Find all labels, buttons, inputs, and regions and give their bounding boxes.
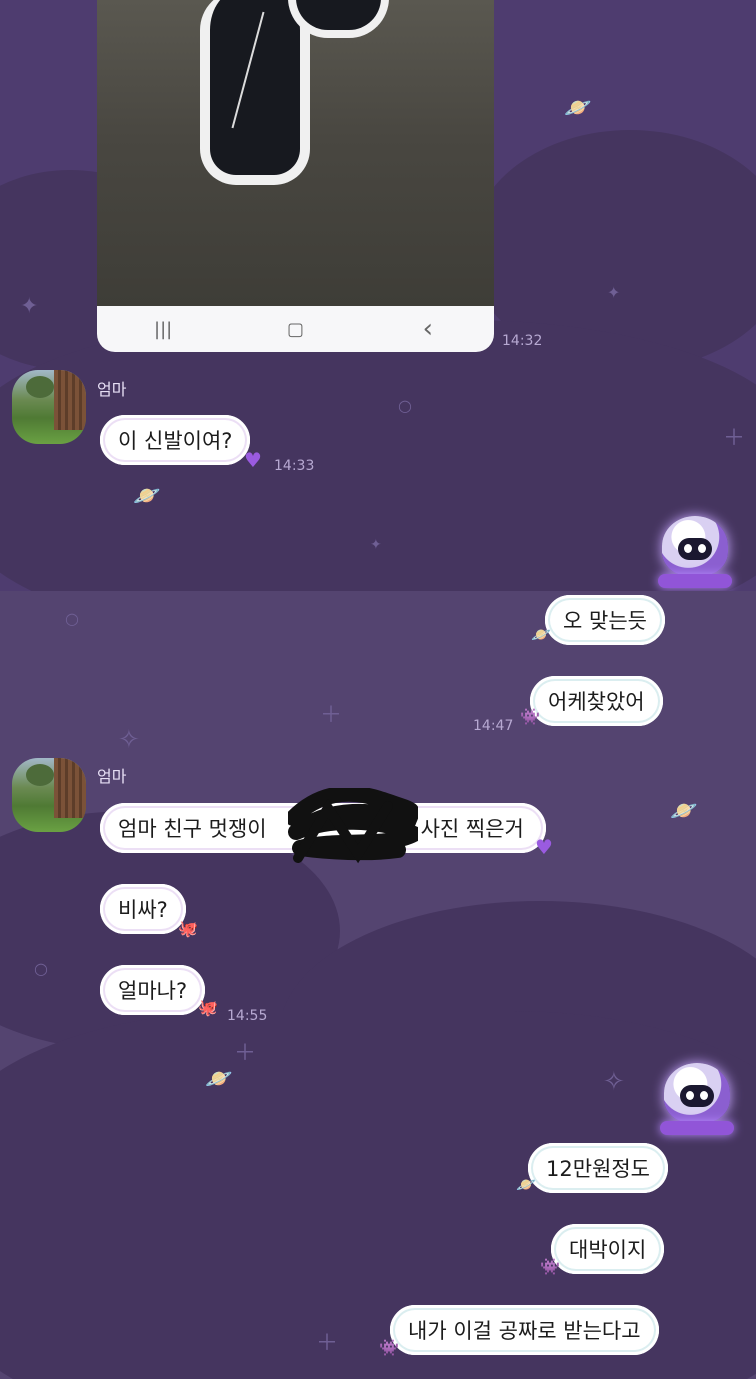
planet-sticker-icon: 🪐	[516, 1175, 536, 1194]
plus-decoration-icon: ＋	[723, 426, 746, 451]
photo-shoe-left	[200, 0, 310, 185]
message-text: 엄마 친구 멋쟁이	[118, 817, 267, 841]
sparkle-decoration-icon: ✦	[370, 537, 382, 553]
message-text: 어케찾았어	[548, 690, 645, 714]
astronaut-mascot-icon	[656, 512, 734, 591]
sender-name: 엄마	[97, 767, 127, 786]
sparkle-decoration-icon: ✧	[603, 1067, 625, 1097]
planet-decoration-icon: 🪐	[205, 1067, 233, 1092]
message-text: 오 맞는듯	[563, 609, 647, 633]
message-text: 내가 이걸 공짜로 받는다고	[408, 1319, 641, 1343]
message-text: 비싸?	[118, 898, 168, 922]
my-message-bubble[interactable]: 12만원정도	[528, 1143, 669, 1193]
ring-decoration-icon: ○	[34, 959, 48, 978]
avatar[interactable]	[12, 370, 86, 444]
astronaut-mascot-icon	[658, 1059, 736, 1139]
message-time: 14:47	[473, 718, 514, 734]
sparkle-decoration-icon: ✧	[118, 725, 140, 755]
my-message-bubble[interactable]: 대박이지	[551, 1224, 665, 1274]
plus-decoration-icon: ＋	[320, 703, 343, 728]
message-time: 14:55	[227, 1008, 268, 1024]
plus-decoration-icon: ＋	[316, 1331, 339, 1356]
alien-sticker-icon: 👾	[520, 707, 540, 726]
my-message-bubble[interactable]: 어케찾았어	[530, 676, 663, 726]
planet-decoration-icon: 🪐	[133, 484, 161, 509]
alien-sticker-icon: 👾	[540, 1257, 560, 1276]
octopus-sticker-icon: 🐙	[198, 998, 218, 1017]
sparkle-decoration-icon: ✦	[607, 283, 621, 302]
phone-navbar-in-photo: ||| ▢ ‹	[97, 306, 494, 352]
message-time: 14:33	[274, 458, 315, 474]
purple-heart-icon: ♥	[535, 835, 553, 859]
avatar-tree	[26, 376, 54, 398]
octopus-sticker-icon: 🐙	[178, 919, 198, 938]
message-text: 12만원정도	[546, 1157, 651, 1181]
back-icon: ‹	[422, 314, 434, 344]
message-text: 이 신발이여?	[118, 429, 233, 453]
message-bubble[interactable]: 얼마나?	[100, 965, 206, 1015]
message-text: 대박이지	[569, 1238, 647, 1262]
ring-decoration-icon: ○	[65, 609, 79, 628]
message-bubble[interactable]: 이 신발이여?	[100, 415, 251, 465]
my-message-bubble[interactable]: 내가 이걸 공짜로 받는다고	[390, 1305, 659, 1355]
message-text: 얼마나?	[118, 979, 188, 1003]
my-message-bubble[interactable]: 오 맞는듯	[545, 595, 665, 645]
avatar-fence	[54, 370, 86, 430]
avatar[interactable]	[12, 758, 86, 832]
sender-name: 엄마	[97, 380, 127, 399]
planet-decoration-icon: 🪐	[670, 799, 698, 824]
message-time: 14:32	[502, 333, 543, 349]
purple-heart-icon: ♥	[244, 448, 262, 472]
redaction-scribble	[288, 788, 418, 864]
planet-sticker-icon: 🪐	[531, 625, 551, 644]
ring-decoration-icon: ○	[398, 396, 412, 415]
chat-screenshot-top: 🪐 ✦ ✦ ○ ＋ 🪐 ✦ ||| ▢ ‹ 14:32 엄마 이 신발이여? ♥…	[0, 0, 756, 591]
alien-sticker-icon: 👾	[379, 1338, 399, 1357]
planet-decoration-icon: 🪐	[564, 96, 592, 121]
shared-shoe-photo[interactable]	[97, 0, 494, 306]
chat-screenshot-bottom: ○ ＋ ✧ 🪐 ○ ＋ 🪐 ✧ ＋ 오 맞는듯 🪐 어케찾았어 👾 14:47 …	[0, 591, 756, 1379]
message-bubble[interactable]: 비싸?	[100, 884, 186, 934]
home-icon: ▢	[286, 318, 304, 340]
sparkle-decoration-icon: ✦	[20, 294, 39, 319]
plus-decoration-icon: ＋	[234, 1041, 257, 1066]
recent-apps-icon: |||	[154, 318, 173, 340]
